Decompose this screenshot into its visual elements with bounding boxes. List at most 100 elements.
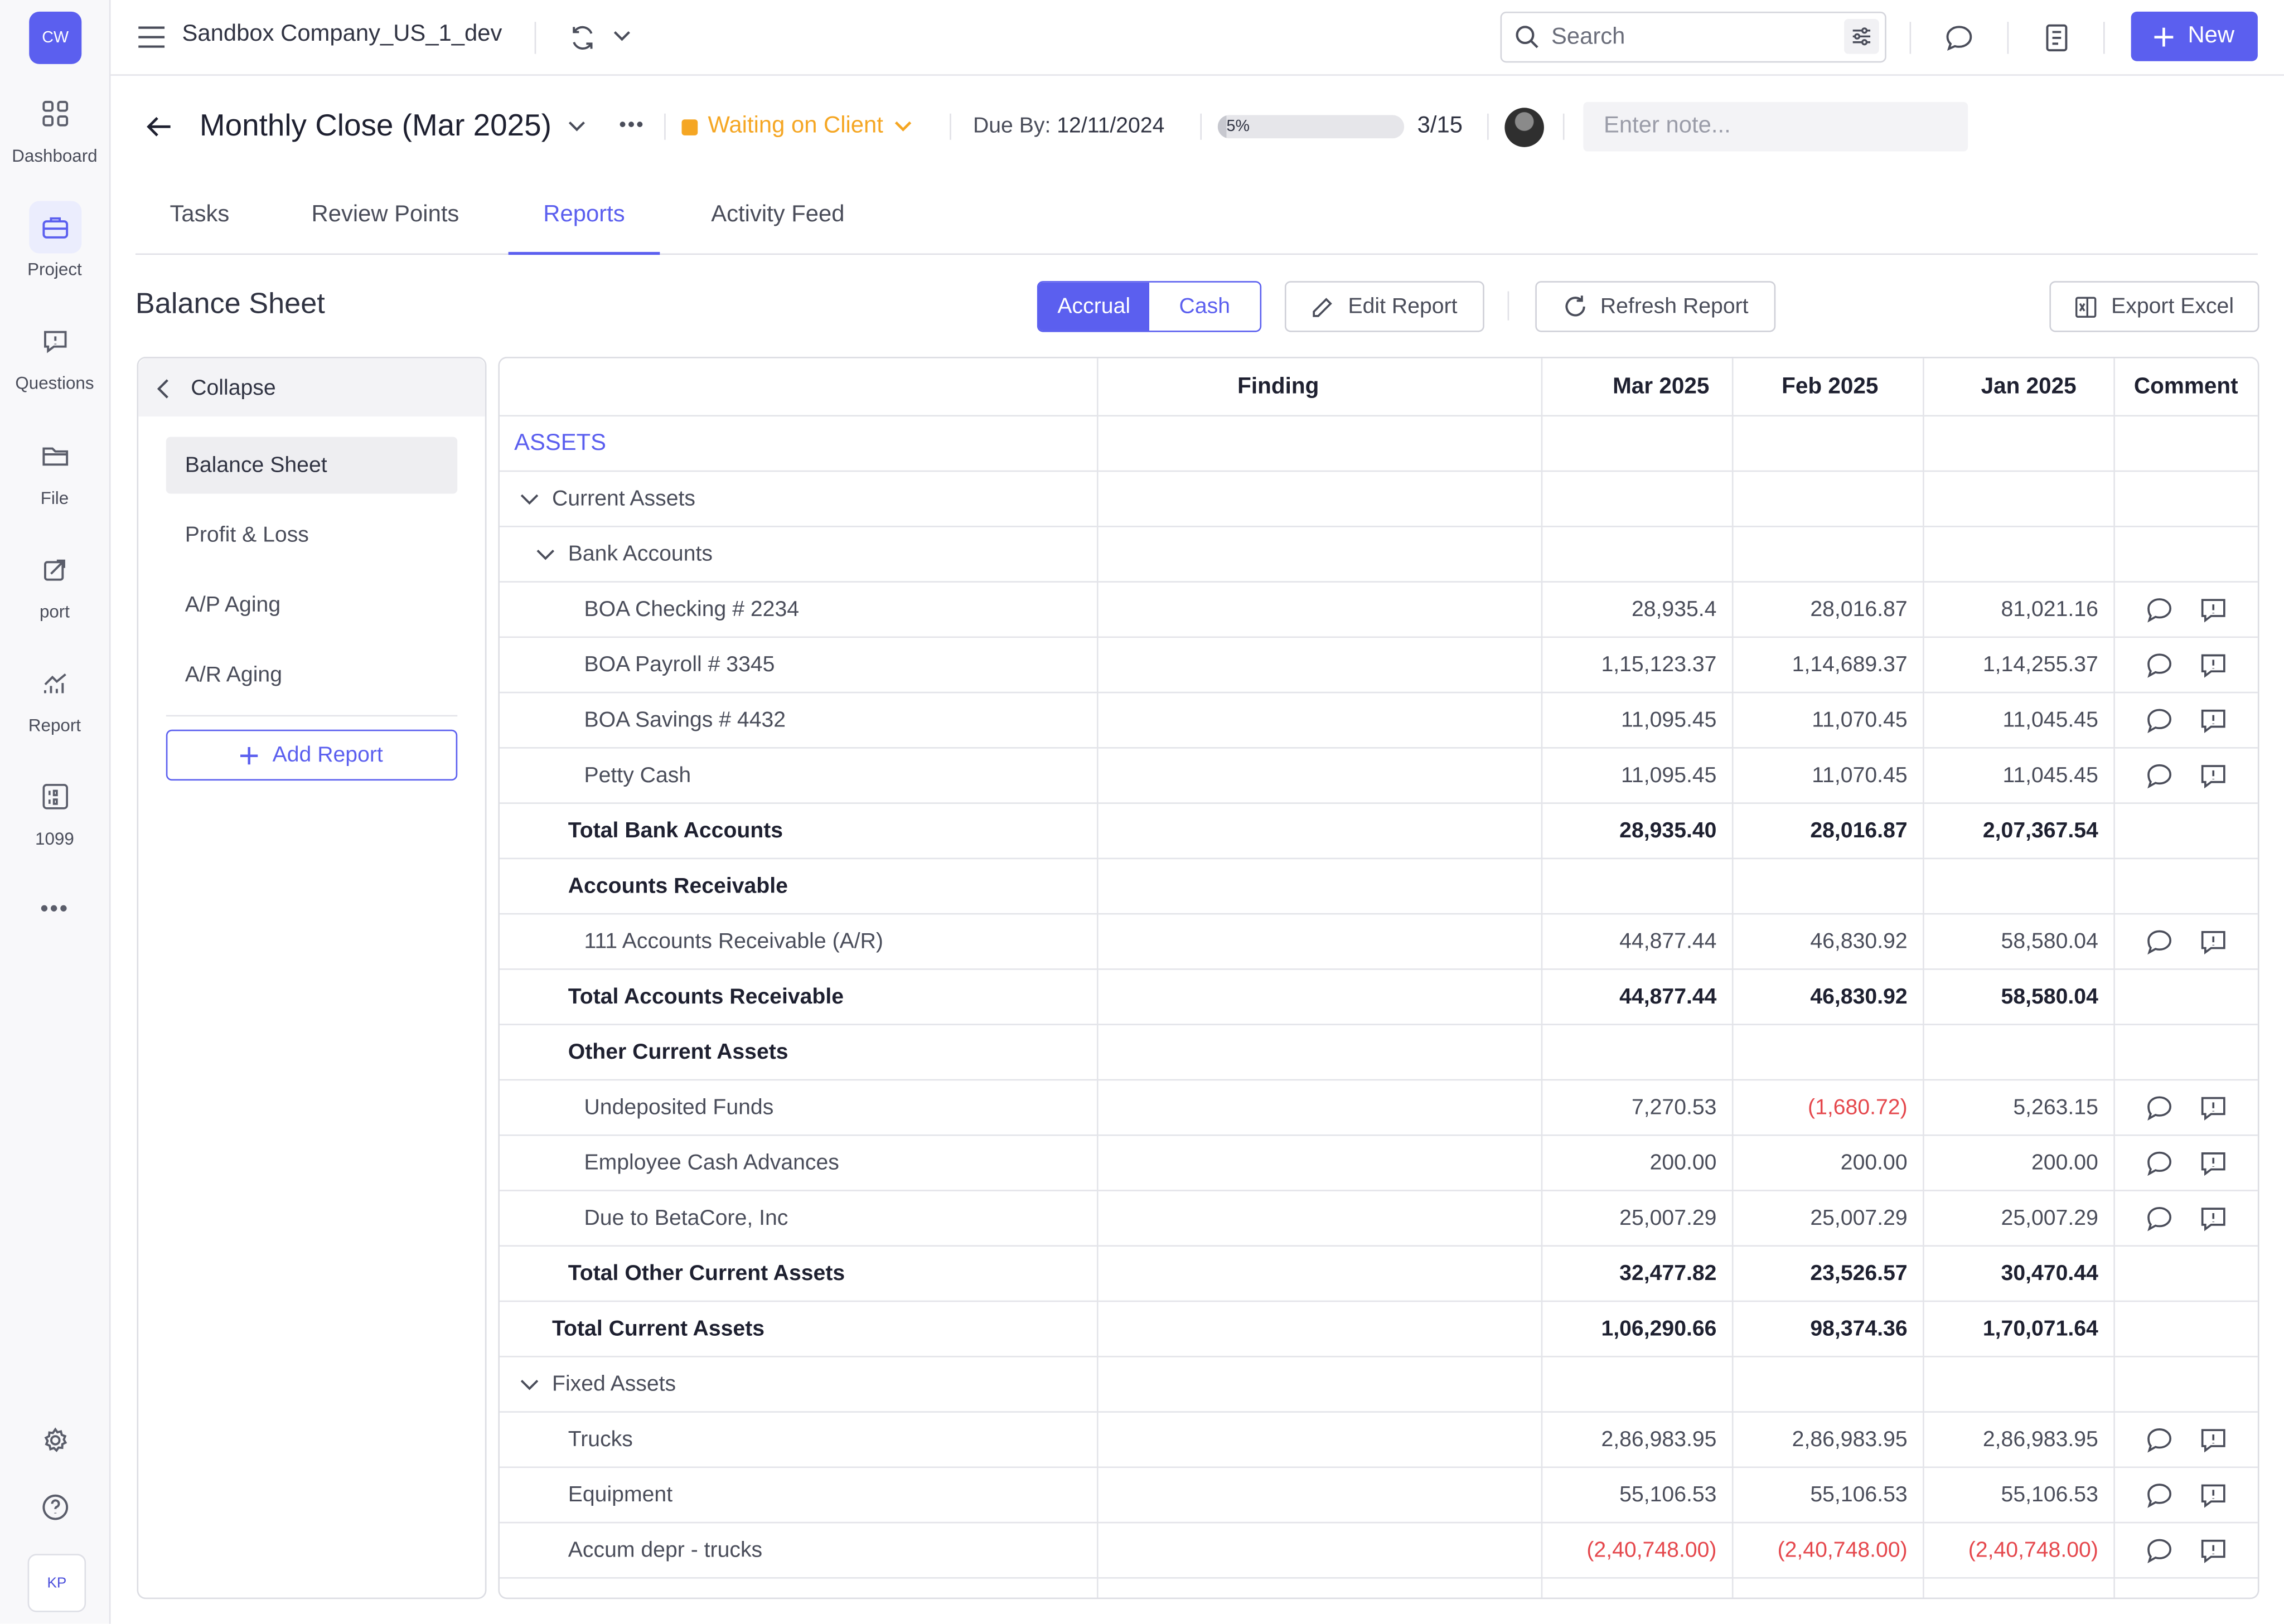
- report-item-ar-aging[interactable]: A/R Aging: [166, 647, 457, 704]
- review-point-icon[interactable]: [2199, 1427, 2227, 1453]
- review-point-icon[interactable]: [2199, 763, 2227, 789]
- review-point-icon[interactable]: [2199, 597, 2227, 623]
- nav-more[interactable]: •••: [0, 897, 109, 923]
- chevron-down-icon[interactable]: [612, 29, 632, 43]
- search-input[interactable]: Search: [1500, 11, 1886, 63]
- comment-icon[interactable]: [2145, 1205, 2173, 1232]
- review-point-icon[interactable]: [2199, 1537, 2227, 1563]
- comment-icon[interactable]: [2145, 652, 2173, 678]
- status-dropdown[interactable]: Waiting on Client: [681, 114, 914, 140]
- chevron-down-icon[interactable]: [536, 542, 557, 566]
- nav-project[interactable]: Project: [0, 201, 109, 280]
- review-point-icon[interactable]: [2199, 1094, 2227, 1121]
- row-label-cell[interactable]: Fixed Assets: [499, 1355, 1098, 1413]
- nav-file[interactable]: File: [0, 430, 109, 508]
- column-header-feb[interactable]: Feb 2025: [1731, 358, 1924, 417]
- tab-reports[interactable]: Reports: [508, 190, 660, 255]
- workspace-logo[interactable]: CW: [29, 11, 82, 64]
- settings-button[interactable]: [28, 1413, 83, 1468]
- comment-icon[interactable]: [2145, 707, 2173, 733]
- export-excel-button[interactable]: Export Excel: [2049, 281, 2259, 332]
- finding-cell[interactable]: [1096, 1079, 1542, 1136]
- search-filter-button[interactable]: [1844, 18, 1879, 54]
- comment-icon[interactable]: [2145, 763, 2173, 789]
- assignee-avatar[interactable]: [1504, 108, 1544, 147]
- finding-cell[interactable]: [1096, 1024, 1542, 1081]
- collapse-button[interactable]: Collapse: [138, 358, 485, 417]
- hamburger-menu-icon[interactable]: [138, 26, 165, 48]
- comment-icon[interactable]: [2145, 1482, 2173, 1508]
- review-point-icon[interactable]: [2199, 1482, 2227, 1508]
- project-tabs: Tasks Review Points Reports Activity Fee…: [135, 190, 2258, 255]
- comment-icon[interactable]: [2145, 1427, 2173, 1453]
- row-label-cell: Total Accounts Receivable: [499, 968, 1098, 1025]
- refresh-report-button[interactable]: Refresh Report: [1535, 281, 1776, 332]
- finding-cell[interactable]: [1096, 1245, 1542, 1302]
- nav-questions[interactable]: Questions: [0, 314, 109, 393]
- help-circle-icon: [42, 1494, 69, 1520]
- finding-cell[interactable]: [1096, 1577, 1542, 1598]
- finding-cell[interactable]: [1096, 1411, 1542, 1468]
- comment-icon[interactable]: [2145, 928, 2173, 954]
- comment-icon[interactable]: [2145, 597, 2173, 623]
- report-item-ap-aging[interactable]: A/P Aging: [166, 576, 457, 633]
- nav-dashboard[interactable]: Dashboard: [0, 88, 109, 166]
- row-label: Trucks: [568, 1427, 633, 1452]
- finding-cell[interactable]: [1096, 470, 1542, 527]
- tab-tasks[interactable]: Tasks: [136, 190, 264, 252]
- finding-cell[interactable]: [1096, 526, 1542, 583]
- company-name[interactable]: Sandbox Company_US_1_dev: [182, 22, 502, 48]
- report-item-profit-loss[interactable]: Profit & Loss: [166, 507, 457, 564]
- review-point-icon[interactable]: [2199, 1150, 2227, 1176]
- finding-cell[interactable]: [1096, 1300, 1542, 1358]
- finding-cell[interactable]: [1096, 747, 1542, 804]
- accrual-toggle[interactable]: Accrual: [1038, 282, 1150, 331]
- user-avatar[interactable]: KP: [27, 1554, 86, 1612]
- finding-cell[interactable]: [1096, 636, 1542, 694]
- finding-cell[interactable]: [1096, 1134, 1542, 1191]
- comment-icon[interactable]: [2145, 1094, 2173, 1121]
- help-button[interactable]: [28, 1480, 83, 1535]
- edit-report-button[interactable]: Edit Report: [1284, 281, 1484, 332]
- finding-cell[interactable]: [1096, 691, 1542, 749]
- new-button[interactable]: New: [2131, 11, 2258, 61]
- notes-icon[interactable]: [2045, 23, 2069, 52]
- finding-cell[interactable]: [1096, 857, 1542, 915]
- review-point-icon[interactable]: [2199, 1205, 2227, 1232]
- column-header-mar[interactable]: Mar 2025: [1540, 358, 1733, 417]
- review-point-icon[interactable]: [2199, 928, 2227, 954]
- row-label: Total Bank Accounts: [568, 818, 783, 843]
- tab-activity-feed[interactable]: Activity Feed: [686, 190, 869, 252]
- chevron-down-icon[interactable]: [520, 487, 541, 511]
- finding-cell[interactable]: [1096, 1190, 1542, 1247]
- finding-cell[interactable]: [1096, 581, 1542, 638]
- finding-cell[interactable]: [1096, 913, 1542, 970]
- finding-cell[interactable]: [1096, 802, 1542, 860]
- finding-cell[interactable]: [1096, 968, 1542, 1025]
- cash-toggle[interactable]: Cash: [1149, 282, 1260, 331]
- sync-icon[interactable]: [568, 23, 597, 52]
- row-label-cell[interactable]: Bank Accounts: [499, 526, 1098, 583]
- note-input[interactable]: Enter note...: [1583, 101, 1968, 152]
- review-point-icon[interactable]: [2199, 707, 2227, 733]
- back-arrow-icon[interactable]: [146, 115, 172, 138]
- tab-review-points[interactable]: Review Points: [290, 190, 481, 252]
- add-report-button[interactable]: Add Report: [166, 729, 458, 781]
- column-header-jan[interactable]: Jan 2025: [1922, 358, 2114, 417]
- chevron-down-icon[interactable]: [520, 1372, 541, 1397]
- report-item-balance-sheet[interactable]: Balance Sheet: [166, 437, 458, 494]
- comment-icon[interactable]: [2145, 1537, 2173, 1563]
- review-point-icon[interactable]: [2199, 652, 2227, 678]
- nav-report[interactable]: Report: [0, 657, 109, 735]
- comment-icon[interactable]: [2145, 1150, 2173, 1176]
- value-cell: 28,016.87: [1731, 802, 1924, 860]
- chat-bubble-icon[interactable]: [1944, 23, 1973, 52]
- chevron-down-icon[interactable]: [567, 119, 587, 134]
- finding-cell[interactable]: [1096, 1466, 1542, 1524]
- more-options-icon[interactable]: •••: [619, 112, 645, 135]
- finding-cell[interactable]: [1096, 1355, 1542, 1413]
- nav-import[interactable]: port: [0, 543, 109, 622]
- row-label-cell[interactable]: Current Assets: [499, 470, 1098, 527]
- nav-1099[interactable]: 1099: [0, 770, 109, 849]
- finding-cell[interactable]: [1096, 1521, 1542, 1579]
